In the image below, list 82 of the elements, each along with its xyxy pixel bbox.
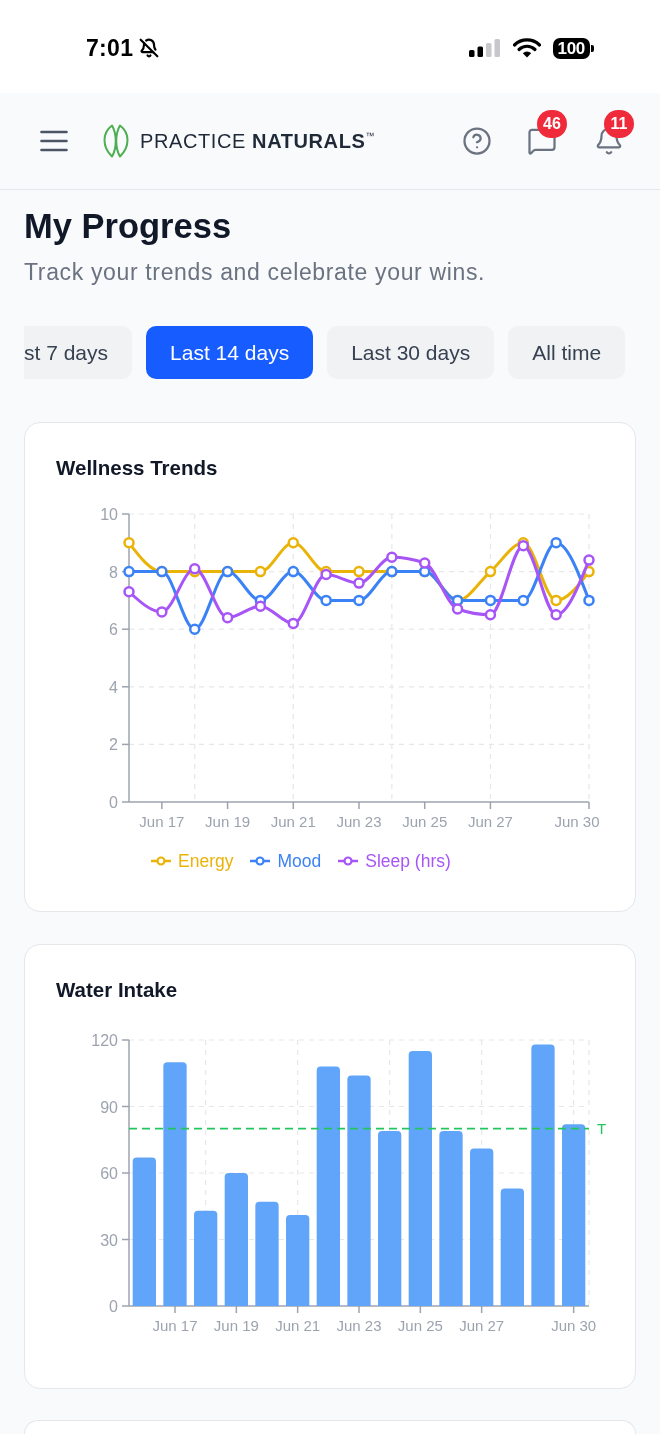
range-tab[interactable]: All time [508, 326, 626, 379]
notification-count: 11 [604, 110, 634, 138]
range-tab[interactable]: Last 14 days [146, 326, 314, 379]
line-marker-icon [338, 856, 359, 866]
data-point [353, 594, 365, 607]
data-point [418, 557, 431, 569]
axis-label: Jun 25 [397, 1317, 443, 1334]
axis-label: Jun 27 [459, 1317, 505, 1334]
signal-icon [468, 39, 501, 57]
axis-label: 0 [109, 794, 118, 811]
axis-label: Jun 21 [275, 1317, 321, 1334]
data-point [221, 611, 234, 624]
axis-label: Jun 30 [551, 1317, 597, 1334]
data-point [353, 565, 365, 578]
data-point [123, 537, 135, 549]
data-point [583, 594, 595, 607]
silent-mode-icon [139, 38, 160, 58]
legend-label: Mood [277, 850, 322, 872]
data-point [550, 537, 562, 549]
axis-label: 6 [109, 621, 118, 639]
brand-name: PRACTICE NATURALS$^{™}$ [140, 129, 375, 153]
page-title: My Progress [24, 206, 233, 246]
axis-label: 90 [100, 1098, 118, 1116]
axis-label: Jun 19 [213, 1317, 259, 1334]
axis-label: 10 [100, 506, 118, 523]
data-point [484, 609, 497, 621]
data-point [484, 594, 497, 607]
menu-button[interactable] [40, 129, 68, 153]
axis-label: Jun 19 [205, 813, 251, 830]
axis-label: 0 [109, 1298, 118, 1315]
axis-label: 30 [100, 1231, 118, 1249]
help-button[interactable] [462, 126, 492, 156]
notifications-button[interactable]: 11 [594, 110, 634, 156]
data-point [550, 594, 562, 607]
axis-label: 120 [91, 1032, 118, 1049]
card-title: Wellness Trends [56, 455, 218, 481]
data-point [550, 609, 562, 621]
data-point [188, 623, 201, 635]
menu-icon [40, 129, 68, 153]
target-label: T [597, 1119, 607, 1137]
axis-label: Jun 25 [402, 813, 448, 830]
help-icon [462, 126, 492, 156]
data-point [583, 554, 595, 566]
axis-label: Jun 30 [554, 813, 600, 830]
data-point [320, 594, 332, 607]
data-point [156, 606, 168, 618]
axis-label: Jun 17 [139, 813, 185, 830]
axis-label: 2 [109, 736, 118, 754]
data-point [254, 565, 267, 578]
axis-label: 4 [109, 678, 118, 696]
page-subtitle: Track your trends and celebrate your wins. [24, 258, 487, 286]
legend-label: Energy [178, 850, 234, 872]
data-point [287, 617, 300, 630]
leaf-logo-icon [101, 124, 131, 158]
axis-label: Jun 23 [336, 1317, 382, 1334]
data-point [517, 594, 530, 607]
legend-label: Sleep (hrs) [365, 850, 451, 872]
card-title: Water Intake [56, 977, 178, 1003]
line-marker-icon [250, 856, 271, 866]
wifi-icon [512, 38, 541, 58]
range-tab[interactable]: Last 30 days [327, 326, 495, 379]
data-point [386, 551, 398, 563]
axis-label: Jun 27 [467, 813, 513, 830]
range-tab[interactable]: st 7 days [24, 326, 133, 379]
axis-label: Jun 21 [270, 813, 316, 830]
data-point [254, 600, 267, 612]
data-point [451, 603, 464, 615]
data-point [123, 565, 135, 578]
axis-label: 8 [109, 563, 118, 581]
data-point [287, 537, 300, 549]
axis-label: Jun 23 [336, 813, 382, 830]
battery-percentage: 100 [552, 37, 590, 59]
line-marker-icon [151, 856, 171, 866]
status-time: 7:01 [86, 34, 134, 62]
data-point [287, 565, 300, 578]
axis-label: Jun 17 [152, 1317, 198, 1334]
data-point [123, 586, 135, 598]
data-point [353, 577, 365, 589]
axis-label: 60 [100, 1165, 118, 1182]
message-count: 46 [537, 110, 567, 138]
messages-button[interactable]: 46 [527, 110, 567, 156]
data-point [484, 565, 497, 578]
